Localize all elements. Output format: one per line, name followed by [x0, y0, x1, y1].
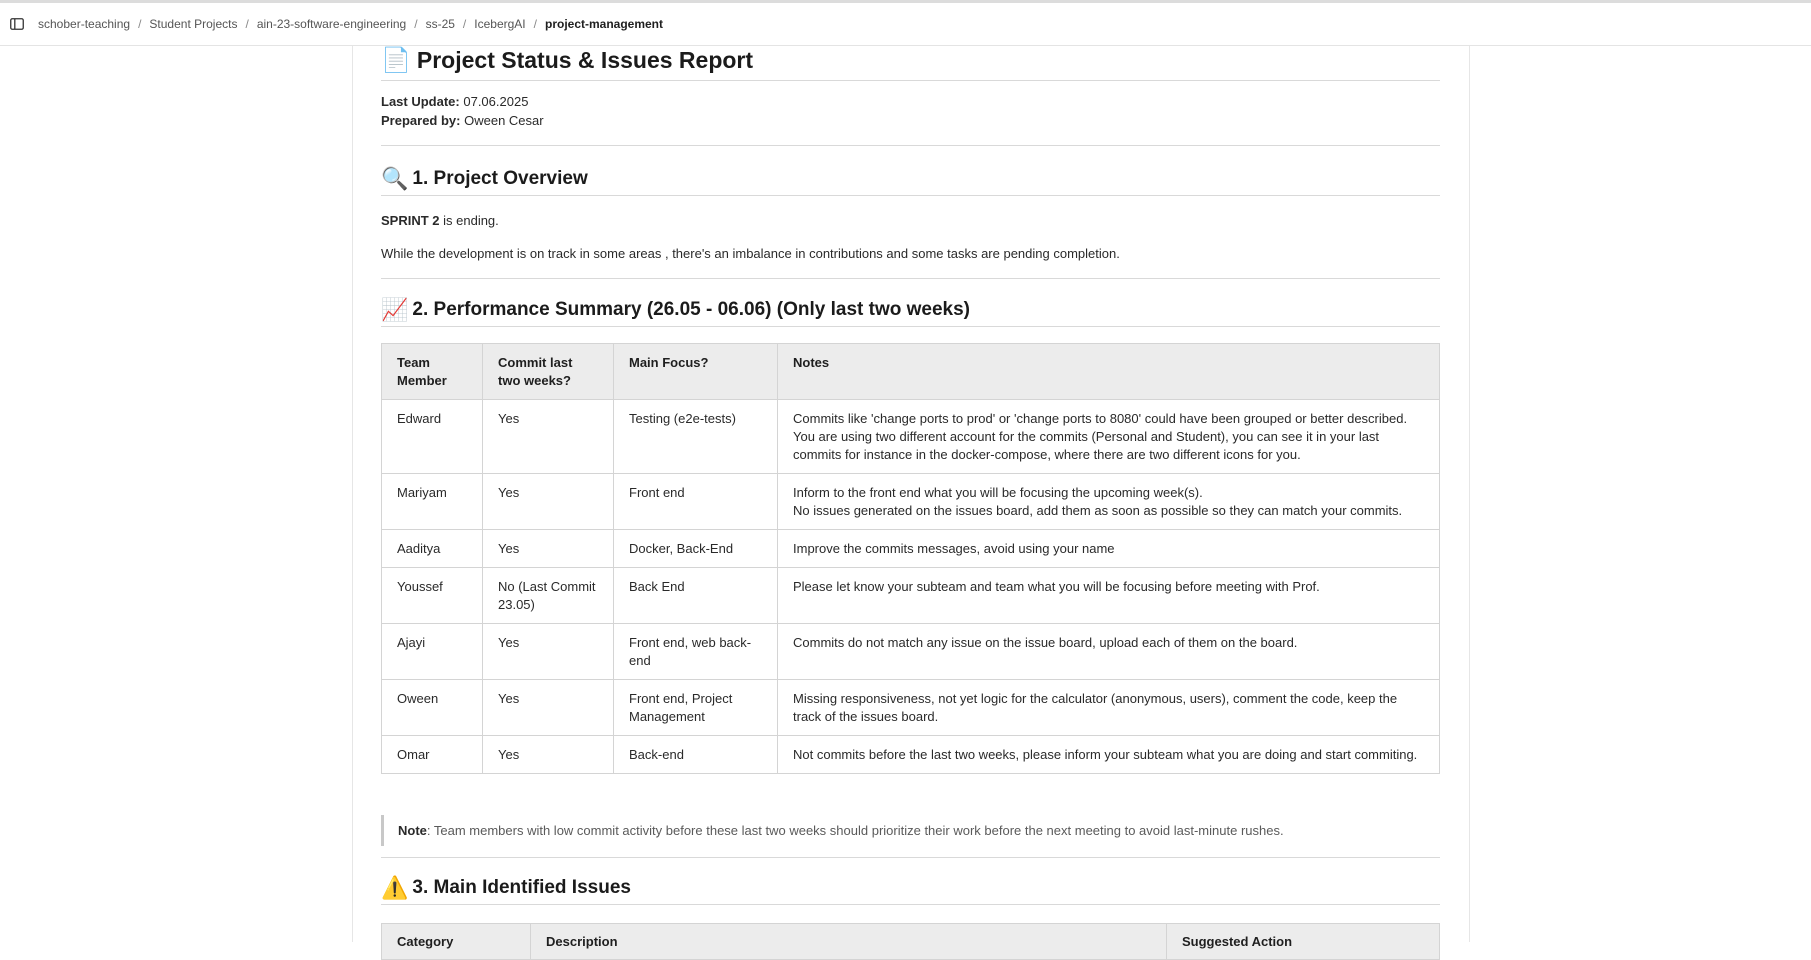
- note-line: Not commits before the last two weeks, p…: [793, 747, 1418, 762]
- cell-member: Edward: [381, 399, 483, 474]
- cell-focus: Front end, Project Management: [613, 679, 778, 736]
- cell-focus: Front end: [613, 473, 778, 530]
- breadcrumb-item[interactable]: schober-teaching: [38, 17, 130, 31]
- divider: [381, 145, 1440, 146]
- sprint-label: SPRINT 2: [381, 213, 440, 228]
- cell-member: Omar: [381, 735, 483, 774]
- note-blockquote: Note: Team members with low commit activ…: [381, 815, 1438, 846]
- section-heading-overview: 🔍 1. Project Overview: [381, 168, 1440, 196]
- breadcrumb-item[interactable]: Student Projects: [149, 17, 237, 31]
- breadcrumb-item[interactable]: ss-25: [426, 17, 455, 31]
- breadcrumb-separator: /: [414, 17, 418, 31]
- breadcrumb-bar: schober-teaching / Student Projects / ai…: [0, 3, 1811, 46]
- cell-commit: Yes: [482, 399, 614, 474]
- prepared-by-value: Oween Cesar: [464, 113, 544, 128]
- table-row: Aaditya Yes Docker, Back-End Improve the…: [381, 529, 1440, 568]
- cell-commit: Yes: [482, 735, 614, 774]
- prepared-by-label: Prepared by:: [381, 113, 461, 128]
- divider: [381, 278, 1440, 279]
- page-title-text: Project Status & Issues Report: [416, 47, 754, 73]
- sidebar-toggle-icon[interactable]: [9, 17, 25, 31]
- cell-member: Youssef: [381, 567, 483, 624]
- note-line: Missing responsiveness, not yet logic fo…: [793, 691, 1398, 724]
- cell-focus: Back End: [613, 567, 778, 624]
- warning-icon: ⚠️: [381, 875, 409, 900]
- section-heading-performance: 📈 2. Performance Summary (26.05 - 06.06)…: [381, 299, 1440, 327]
- cell-member: Oween: [381, 679, 483, 736]
- performance-table: Team Member Commit last two weeks? Main …: [381, 343, 1440, 774]
- magnifier-icon: 🔍: [381, 166, 409, 191]
- breadcrumb-separator: /: [533, 17, 537, 31]
- cell-notes: Commits do not match any issue on the is…: [777, 623, 1440, 680]
- cell-commit: Yes: [482, 623, 614, 680]
- table-row: Youssef No (Last Commit 23.05) Back End …: [381, 567, 1440, 624]
- breadcrumb-current: project-management: [544, 17, 664, 31]
- cell-focus: Back-end: [613, 735, 778, 774]
- breadcrumb-separator: /: [138, 17, 142, 31]
- cell-commit: Yes: [482, 473, 614, 530]
- breadcrumb-item[interactable]: ain-23-software-engineering: [257, 17, 406, 31]
- note-line: Commits do not match any issue on the is…: [793, 635, 1298, 650]
- cell-notes: Missing responsiveness, not yet logic fo…: [777, 679, 1440, 736]
- note-line: Commits like 'change ports to prod' or '…: [793, 411, 1408, 426]
- divider: [381, 857, 1440, 858]
- cell-commit: Yes: [482, 679, 614, 736]
- cell-member: Mariyam: [381, 473, 483, 530]
- table-row: Edward Yes Testing (e2e-tests) Commits l…: [381, 399, 1440, 474]
- cell-notes: Please let know your subteam and team wh…: [777, 567, 1440, 624]
- note-line: You are using two different account for …: [793, 429, 1380, 462]
- table-row: Ajayi Yes Front end, web back-end Commit…: [381, 623, 1440, 680]
- last-update-label: Last Update:: [381, 94, 460, 109]
- column-header-main-focus: Main Focus?: [613, 343, 778, 400]
- note-line: Please let know your subteam and team wh…: [793, 579, 1320, 594]
- document-icon: 📄: [381, 46, 411, 74]
- note-line: Inform to the front end what you will be…: [793, 485, 1203, 500]
- section-heading-text: 3. Main Identified Issues: [412, 877, 631, 898]
- cell-notes: Improve the commits messages, avoid usin…: [777, 529, 1440, 568]
- note-line: Improve the commits messages, avoid usin…: [793, 541, 1115, 556]
- cell-notes: Not commits before the last two weeks, p…: [777, 735, 1440, 774]
- sprint-status: SPRINT 2 is ending.: [381, 213, 499, 228]
- breadcrumb-separator: /: [245, 17, 249, 31]
- section-heading-issues: ⚠️ 3. Main Identified Issues: [381, 877, 1440, 905]
- breadcrumb: schober-teaching / Student Projects / ai…: [38, 17, 663, 31]
- cell-member: Ajayi: [381, 623, 483, 680]
- cell-commit: No (Last Commit 23.05): [482, 567, 614, 624]
- section-heading-text: 2. Performance Summary (26.05 - 06.06) (…: [412, 299, 970, 320]
- note-label: Note: [398, 823, 427, 838]
- sprint-status-text: is ending.: [439, 213, 499, 228]
- cell-member: Aaditya: [381, 529, 483, 568]
- column-header-team-member: Team Member: [381, 343, 483, 400]
- prepared-by-line: Prepared by: Oween Cesar: [381, 113, 544, 128]
- breadcrumb-item[interactable]: IcebergAI: [474, 17, 525, 31]
- note-text: : Team members with low commit activity …: [426, 823, 1284, 838]
- last-update-line: Last Update: 07.06.2025: [381, 94, 528, 109]
- note-line: No issues generated on the issues board,…: [793, 503, 1403, 518]
- cell-commit: Yes: [482, 529, 614, 568]
- cell-focus: Testing (e2e-tests): [613, 399, 778, 474]
- chart-increasing-icon: 📈: [381, 297, 409, 322]
- table-row: Omar Yes Back-end Not commits before the…: [381, 735, 1440, 774]
- cell-focus: Front end, web back-end: [613, 623, 778, 680]
- cell-notes: Commits like 'change ports to prod' or '…: [777, 399, 1440, 474]
- last-update-value: 07.06.2025: [463, 94, 529, 109]
- section-heading-text: 1. Project Overview: [412, 168, 588, 189]
- table-row: Mariyam Yes Front end Inform to the fron…: [381, 473, 1440, 530]
- table-header-row: Team Member Commit last two weeks? Main …: [381, 343, 1440, 400]
- cell-focus: Docker, Back-End: [613, 529, 778, 568]
- column-header-commit: Commit last two weeks?: [482, 343, 614, 400]
- table-row: Oween Yes Front end, Project Management …: [381, 679, 1440, 736]
- column-header-notes: Notes: [777, 343, 1440, 400]
- page-title: 📄 Project Status & Issues Report: [381, 47, 1440, 81]
- cell-notes: Inform to the front end what you will be…: [777, 473, 1440, 530]
- breadcrumb-separator: /: [462, 17, 467, 31]
- overview-paragraph: While the development is on track in som…: [381, 246, 1120, 261]
